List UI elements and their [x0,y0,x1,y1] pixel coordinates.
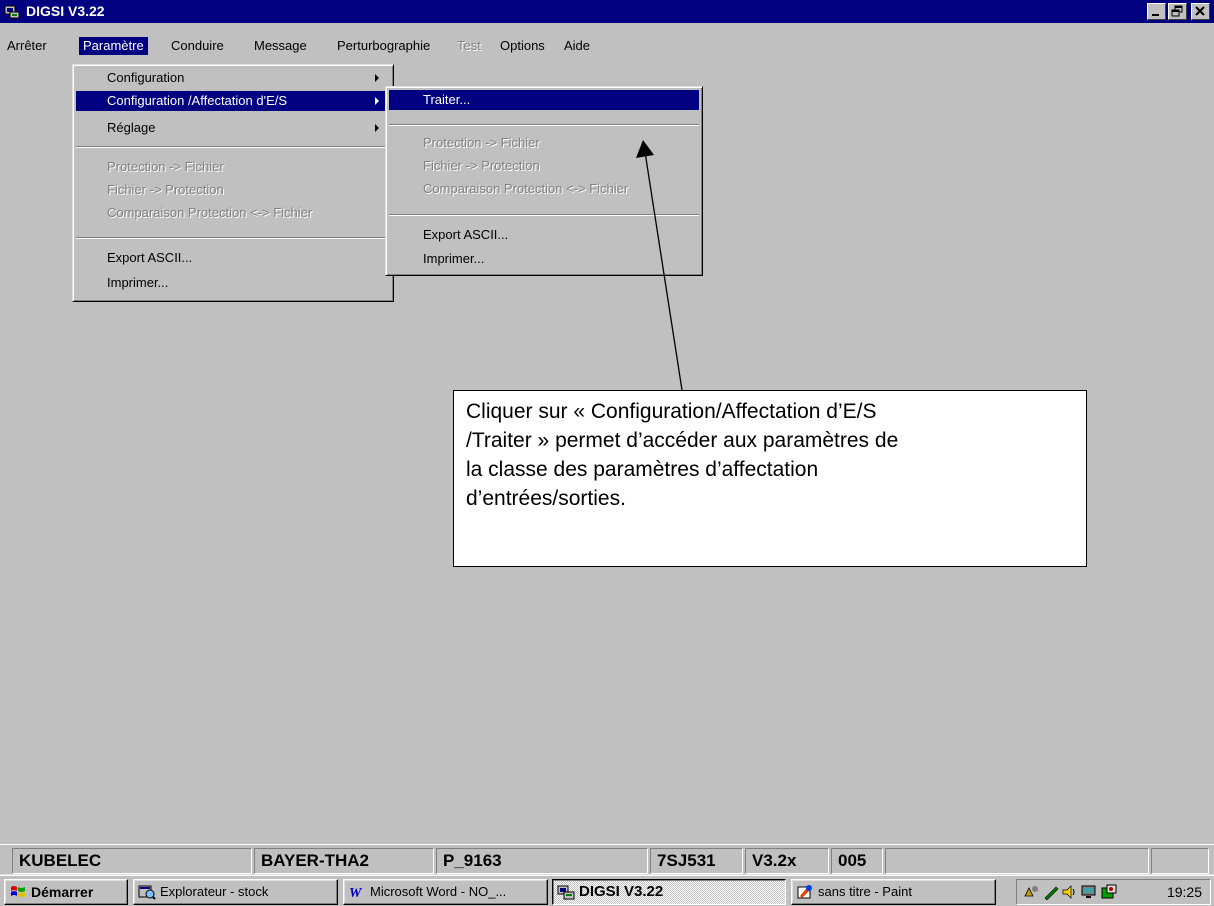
paint-icon [797,885,812,899]
word-icon: W [349,886,363,900]
annotation-callout: Cliquer sur « Configuration/Affectation … [453,390,1087,567]
submenu-arrow-icon [375,124,379,132]
minimize-icon [1152,14,1159,16]
task-digsi[interactable]: DIGSI V3.22 [552,879,786,905]
status-cell-version: V3.2x [745,848,829,874]
submenu-item-imprimer[interactable]: Imprimer... [389,249,699,269]
menu-item-label: Fichier -> Protection [423,158,540,173]
menu-item-label: Configuration [107,70,185,85]
menu-item-export-ascii[interactable]: Export ASCII... [76,248,390,268]
clock[interactable]: 19:25 [1167,880,1202,904]
task-label: DIGSI V3.22 [579,883,664,900]
menu-item-label: Protection -> Fichier [107,159,224,174]
task-paint[interactable]: sans titre - Paint [791,879,996,905]
status-cell-company: KUBELEC [12,848,252,874]
menu-item-label: Imprimer... [423,251,485,266]
scheduler-icon[interactable] [1101,884,1117,900]
menu-item-label: Export ASCII... [107,250,193,265]
menu-conduire[interactable]: Conduire [167,37,228,55]
menu-message[interactable]: Message [250,37,311,55]
status-cell-device: P_9163 [436,848,648,874]
menu-item-label: Configuration /Affectation d'E/S [107,93,288,108]
explorer-icon [138,885,156,900]
affectation-submenu: Traiter... Protection -> Fichier Fichier… [385,86,703,276]
menu-separator [389,124,699,126]
restore-button[interactable] [1168,3,1187,20]
submenu-item-comparaison[interactable]: Comparaison Protection <-> Fichier [389,179,699,199]
menu-item-label: Export ASCII... [423,227,509,242]
menu-item-label: Comparaison Protection <-> Fichier [107,205,313,220]
task-label: Microsoft Word - NO_... [370,884,507,899]
window-title: DIGSI V3.22 [26,3,105,19]
menu-separator [76,146,390,148]
status-cell-model: 7SJ531 [650,848,743,874]
taskbar: Démarrer Explorateur - stock W Microsoft… [0,874,1214,906]
menu-options[interactable]: Options [496,37,549,55]
menu-item-label: Fichier -> Protection [107,182,224,197]
pen-icon[interactable] [1043,884,1059,900]
menu-item-label: Traiter... [423,92,471,107]
task-word[interactable]: W Microsoft Word - NO_... [343,879,548,905]
menu-item-label: Réglage [107,120,156,135]
menu-item-configuration-affectation[interactable]: Configuration /Affectation d'E/S [76,91,390,111]
parametre-dropdown: Configuration Configuration /Affectation… [72,64,394,302]
digsi-icon [557,885,575,900]
menu-separator [389,214,699,216]
volume-icon[interactable] [1061,884,1077,900]
menu-item-label: Protection -> Fichier [423,135,540,150]
menu-perturbographie[interactable]: Perturbographie [333,37,434,55]
menu-item-protection-fichier[interactable]: Protection -> Fichier [76,157,390,177]
title-bar[interactable]: DIGSI V3.22 [0,0,1214,23]
minimize-button[interactable] [1147,3,1166,20]
menu-item-label: Comparaison Protection <-> Fichier [423,181,629,196]
menu-item-fichier-protection[interactable]: Fichier -> Protection [76,180,390,200]
menu-parametre[interactable]: Paramètre [79,37,148,55]
submenu-arrow-icon [375,97,379,105]
menu-aide[interactable]: Aide [560,37,594,55]
monitor-icon[interactable] [1081,884,1097,900]
menu-item-imprimer[interactable]: Imprimer... [76,273,390,293]
menu-item-comparaison[interactable]: Comparaison Protection <-> Fichier [76,203,390,223]
windows-logo-icon [11,886,25,897]
submenu-item-traiter[interactable]: Traiter... [389,90,699,110]
status-cell-empty-2 [1151,848,1209,874]
menu-item-label: Imprimer... [107,275,169,290]
start-label: Démarrer [31,884,94,900]
submenu-item-export-ascii[interactable]: Export ASCII... [389,225,699,245]
task-label: Explorateur - stock [160,884,269,899]
menu-separator [76,237,390,239]
system-tray: 19:25 [1016,879,1211,905]
close-button[interactable] [1191,3,1210,20]
task-label: sans titre - Paint [818,884,912,899]
status-cell-plant: BAYER-THA2 [254,848,434,874]
menu-arreter[interactable]: Arrêter [3,37,51,55]
start-button[interactable]: Démarrer [4,879,128,905]
restore-icon [1171,5,1183,17]
menu-item-configuration[interactable]: Configuration [76,68,390,88]
digsi-app-icon[interactable] [4,4,20,19]
status-bar: KUBELEC BAYER-THA2 P_9163 7SJ531 V3.2x 0… [0,844,1214,874]
status-cell-address: 005 [831,848,883,874]
close-icon [1195,6,1205,16]
menu-bar: Arrêter Paramètre Conduire Message Pertu… [0,36,1214,56]
menu-item-reglage[interactable]: Réglage [76,118,390,138]
network-icon[interactable] [1023,884,1039,900]
menu-test[interactable]: Test [453,37,485,55]
submenu-item-protection-fichier[interactable]: Protection -> Fichier [389,133,699,153]
status-cell-empty [885,848,1149,874]
svg-text:W: W [349,886,363,900]
submenu-arrow-icon [375,74,379,82]
submenu-item-fichier-protection[interactable]: Fichier -> Protection [389,156,699,176]
task-explorateur[interactable]: Explorateur - stock [133,879,338,905]
